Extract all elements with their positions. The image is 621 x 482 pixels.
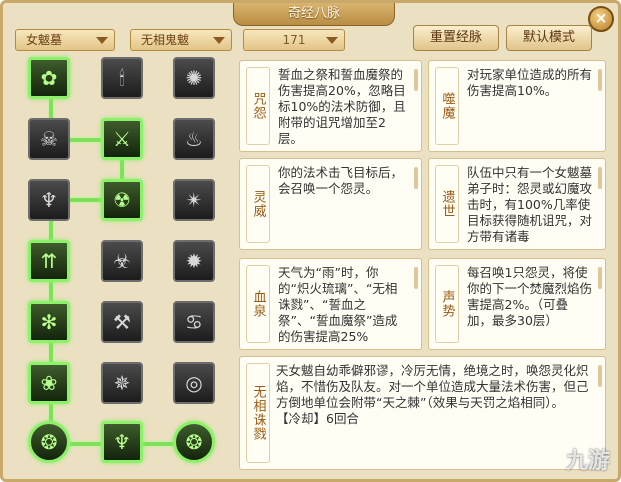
swirl-wind-icon: ✺ (185, 66, 203, 90)
talent-node[interactable]: ✵ (101, 362, 143, 404)
chevron-down-icon (326, 37, 338, 44)
talent-window: 奇经八脉 × 女魃墓 无相鬼魃 171 重置经脉 默认模式 ✿ 🕯 ✺ ☠ ⚔ ♨ ♆ ☢ ✴ ⇈… (0, 0, 621, 482)
talent-card-label: 声势 (435, 265, 459, 343)
talent-node[interactable]: ⇈ (28, 240, 70, 282)
talent-card[interactable]: 声势 每召唤1只怨灵，将使你的下一个焚魔烈焰伤害提高2%。（可叠加，最多30层） (428, 258, 606, 350)
chevron-down-icon (213, 37, 225, 44)
talent-node[interactable]: ⚒ (101, 301, 143, 343)
green-fire-icon: ♆ (113, 430, 131, 454)
talent-node[interactable]: ✴ (173, 179, 215, 221)
talent-node[interactable]: ❂ (28, 421, 70, 463)
talent-card[interactable]: 咒怨 誓血之祭和誓血魔祭的伤害提高20%，忽略目标10%的法术防御，且附带的诅咒增… (239, 60, 422, 152)
candle-icon: 🕯 (119, 66, 125, 90)
scrollbar[interactable] (414, 167, 418, 189)
talent-node[interactable]: ☠ (28, 118, 70, 160)
talent-tree: ✿ 🕯 ✺ ☠ ⚔ ♨ ♆ ☢ ✴ ⇈ ☣ ✹ ✻ ⚒ ♋ ❀ ✵ ◎ ❂ ♆ ❂ (18, 53, 228, 473)
window-title: 奇经八脉 (233, 3, 395, 26)
scrollbar[interactable] (598, 69, 602, 91)
scrollbar[interactable] (598, 365, 602, 387)
scrollbar[interactable] (598, 167, 602, 189)
talent-node[interactable]: ✺ (173, 57, 215, 99)
crossed-swords-icon: ⚒ (113, 310, 131, 334)
talent-card[interactable]: 噬魔 对玩家单位造成的所有伤害提高10%。 (428, 60, 606, 152)
talent-node[interactable]: ♨ (173, 118, 215, 160)
talent-card-label: 噬魔 (435, 67, 459, 145)
talent-node[interactable]: ✻ (28, 301, 70, 343)
fire-icon: ♆ (40, 188, 58, 212)
talent-card-description: 对玩家单位造成的所有伤害提高10%。 (467, 67, 593, 98)
talent-card[interactable]: 遗世 队伍中只有一个女魃墓弟子时：怨灵或幻魔攻击时，有100%几率使目标获得随机诅… (428, 158, 606, 250)
leaf-spirit-icon: ✿ (40, 66, 58, 90)
faction-dropdown-value: 无相鬼魃 (141, 33, 190, 47)
chevron-down-icon (96, 37, 108, 44)
level-dropdown[interactable]: 171 (243, 29, 345, 51)
ghost-skull-icon: ☢ (113, 188, 131, 212)
talent-node[interactable]: ☢ (101, 179, 143, 221)
dark-flame-icon: ✹ (185, 249, 203, 273)
torn-mask-icon: ✴ (185, 188, 203, 212)
blade-icon: ⚔ (113, 127, 131, 151)
vortex-icon: ◎ (185, 371, 203, 395)
talent-card-description: 天女魃自幼乖僻邪谬，冷厉无情，绝境之时，唤怨灵化炽焰，不惜伤及队友。对一个单位造… (276, 363, 589, 426)
talent-node[interactable]: 🕯 (101, 57, 143, 99)
green-orb-left-icon: ❂ (40, 430, 58, 454)
talent-node[interactable]: ◎ (173, 362, 215, 404)
talent-card-label: 灵威 (246, 165, 270, 243)
talent-node[interactable]: ♆ (28, 179, 70, 221)
demon-face-icon: ☣ (113, 249, 131, 273)
scrollbar[interactable] (598, 267, 602, 289)
talent-node[interactable]: ⚔ (101, 118, 143, 160)
faction-dropdown[interactable]: 无相鬼魃 (130, 29, 232, 51)
talent-card[interactable]: 血泉 天气为“雨”时，你的“炽火琉璃”、“无相诛戮”、“誓血之祭”、“誓血魔祭”造… (239, 258, 422, 350)
talent-card[interactable]: 无相诛戮 天女魃自幼乖僻邪谬，冷厉无情，绝境之时，唤怨灵化炽焰，不惜伤及队友。对一… (239, 356, 606, 470)
talent-node[interactable]: ❀ (28, 362, 70, 404)
level-dropdown-value: 171 (282, 33, 306, 47)
spiral-tendril-icon: ✵ (113, 371, 131, 395)
school-dropdown-value: 女魃墓 (26, 33, 63, 47)
talent-card-description: 天气为“雨”时，你的“炽火琉璃”、“无相诛戮”、“誓血之祭”、“誓血魔祭”造成的… (278, 265, 398, 344)
scrollbar[interactable] (414, 69, 418, 91)
school-dropdown[interactable]: 女魃墓 (15, 29, 115, 51)
skull-mask-icon: ☠ (40, 127, 58, 151)
splash-icon: ✻ (40, 310, 58, 334)
reset-meridian-button[interactable]: 重置经脉 (413, 25, 499, 51)
pillar-light-icon: ⇈ (40, 249, 58, 273)
talent-card[interactable]: 灵威 你的法术击飞目标后，会召唤一个怨灵。 (239, 158, 422, 250)
talent-node[interactable]: ✿ (28, 57, 70, 99)
talent-card-label: 咒怨 (246, 67, 270, 145)
talent-card-description: 你的法术击飞目标后，会召唤一个怨灵。 (278, 165, 404, 196)
watermark: 九游 (565, 449, 610, 474)
default-mode-button[interactable]: 默认模式 (506, 25, 592, 51)
talent-card-description: 誓血之祭和誓血魔祭的伤害提高20%，忽略目标10%的法术防御，且附带的诅咒增加至… (278, 67, 406, 146)
talent-card-label: 无相诛戮 (246, 363, 270, 463)
scrollbar[interactable] (414, 267, 418, 289)
talent-node[interactable]: ❂ (173, 421, 215, 463)
bloom-icon: ❀ (40, 371, 58, 395)
flame-face-icon: ♨ (185, 127, 203, 151)
talent-node[interactable]: ♋ (173, 301, 215, 343)
talent-node[interactable]: ✹ (173, 240, 215, 282)
talent-node[interactable]: ♆ (101, 421, 143, 463)
talent-card-description: 队伍中只有一个女魃墓弟子时：怨灵或幻魔攻击时，有100%几率使目标获得随机诅咒，… (467, 165, 593, 244)
twin-flame-icon: ♋ (185, 310, 203, 334)
talent-node[interactable]: ☣ (101, 240, 143, 282)
talent-card-label: 遗世 (435, 165, 459, 243)
talent-card-label: 血泉 (246, 265, 270, 343)
green-orb-right-icon: ❂ (185, 430, 203, 454)
talent-card-description: 每召唤1只怨灵，将使你的下一个焚魔烈焰伤害提高2%。（可叠加，最多30层） (467, 265, 593, 328)
